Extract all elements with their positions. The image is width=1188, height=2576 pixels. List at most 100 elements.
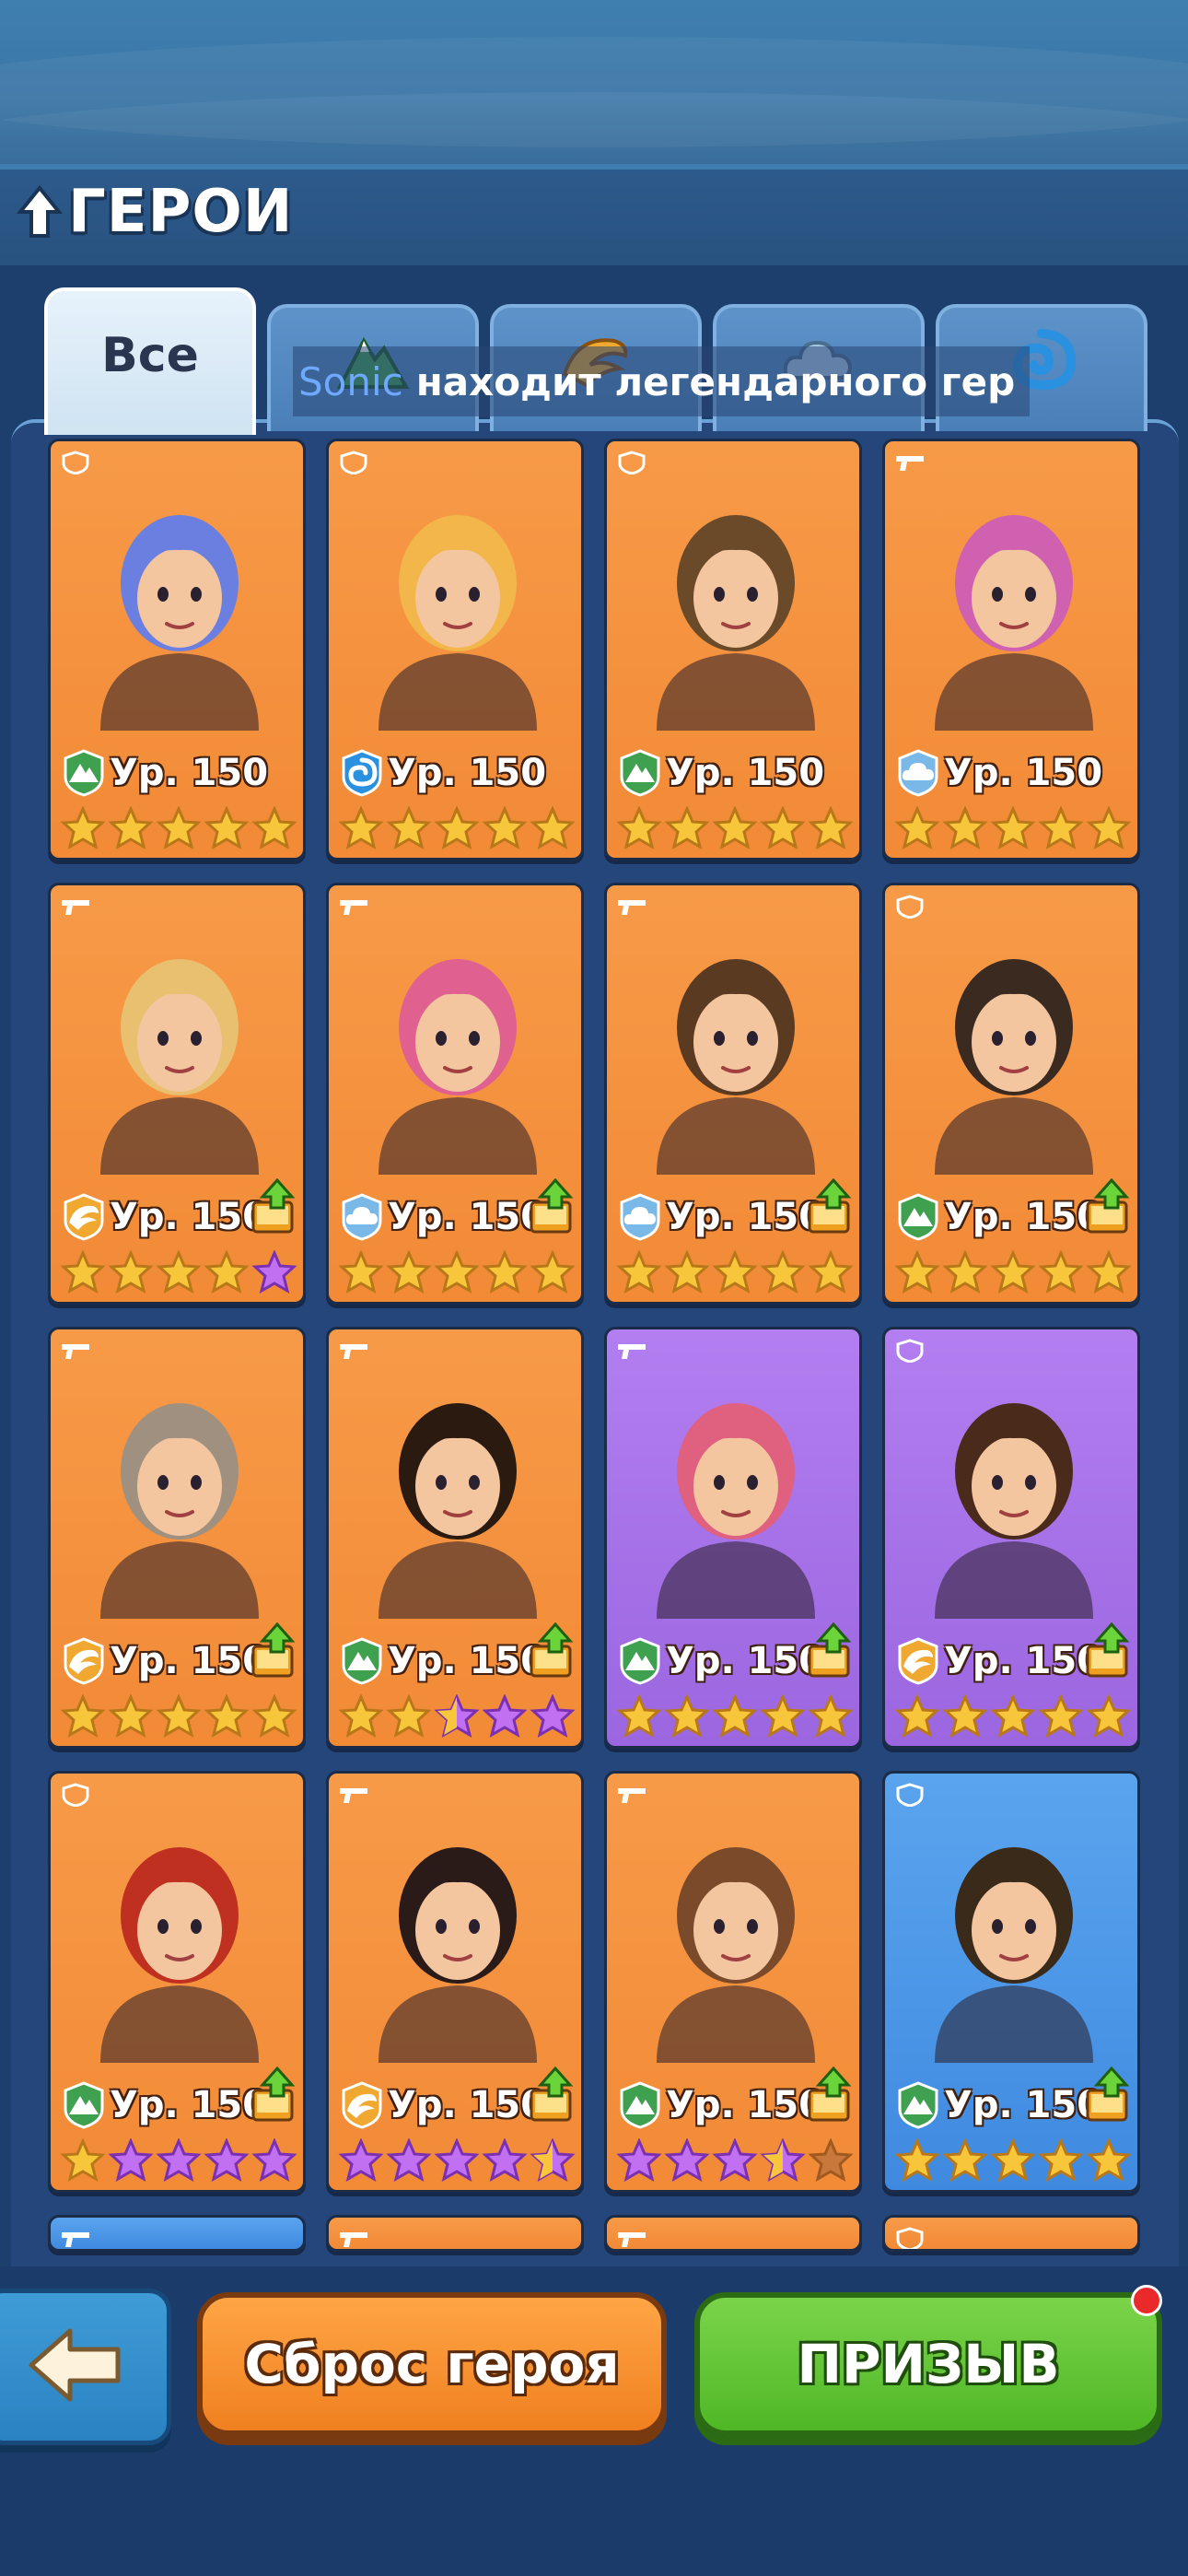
hero-card[interactable]: Ур. 150 [326,883,584,1305]
upgrade-book-icon [1084,1177,1132,1235]
hero-stars [60,1694,297,1740]
star-icon [434,1694,480,1739]
cloud-element-icon [618,1193,662,1241]
hero-card[interactable]: Ур. 150 [326,1327,584,1749]
star-icon [712,1694,758,1739]
hero-stars [616,1250,854,1296]
hero-level: Ур. 150 [666,2084,825,2126]
star-icon [712,2138,758,2183]
hero-card[interactable]: Ур. 150 [604,1771,862,2193]
upgrade-book-icon [250,2066,297,2124]
star-icon [760,2138,806,2183]
mountain-element-icon [618,1637,662,1685]
shield-role-icon [338,451,369,475]
star-icon [894,2138,940,2183]
shield-role-icon [894,1783,926,1808]
hero-card[interactable]: Ур. 150 [604,883,862,1305]
hero-card[interactable]: Ур. 150 [882,883,1140,1305]
hero-card[interactable]: Ур. 150 [604,1327,862,1749]
star-icon [990,1694,1036,1739]
hero-card[interactable] [604,2215,862,2252]
hero-level: Ур. 150 [110,752,269,794]
gun-role-icon [60,2227,91,2249]
hero-card[interactable]: Ур. 150 [604,439,862,861]
upgrade-book-icon [1084,1622,1132,1680]
hero-card[interactable]: Ур. 150 [326,439,584,861]
ticker-player-name: Sonic [298,358,403,404]
shield-role-icon [894,1339,926,1364]
gun-role-icon [894,451,926,474]
hero-level-row: Ур. 150 [896,1633,1102,1689]
star-icon [108,1250,154,1294]
star-icon [482,1250,528,1294]
hero-card[interactable]: Ур. 150 [882,1327,1140,1749]
star-icon [434,2138,480,2183]
hero-card[interactable]: Ур. 150 [882,439,1140,861]
hero-level-row: Ур. 150 [62,2078,268,2133]
hero-card[interactable]: Ур. 150 [48,1771,306,2193]
upgrade-book-icon [250,1622,297,1680]
shield-role-icon [60,1783,91,1808]
star-icon [386,1250,432,1294]
star-icon [616,1250,662,1294]
hero-card[interactable]: Ур. 150 [48,439,306,861]
star-icon [664,1694,710,1739]
star-icon [204,1694,250,1739]
hero-portrait [629,1361,843,1619]
hero-stars [616,806,854,852]
hero-level: Ур. 150 [944,2084,1103,2126]
claw-element-icon [62,1637,106,1685]
hero-portrait [629,1805,843,2063]
hero-portrait [73,1805,286,2063]
hero-card[interactable] [48,2215,306,2252]
star-icon [616,2138,662,2183]
star-icon [530,1250,576,1294]
star-icon [616,806,662,850]
star-icon [338,2138,384,2183]
hero-portrait [907,917,1121,1175]
star-icon [530,1694,576,1739]
star-icon [386,1694,432,1739]
hero-level-row: Ур. 150 [618,2078,824,2133]
hero-portrait [629,917,843,1175]
mountain-element-icon [618,2081,662,2129]
hero-level: Ур. 150 [110,1640,269,1682]
upgrade-book-icon [806,1177,854,1235]
gun-role-icon [338,1339,369,1363]
page-title: ГЕРОИ [68,178,294,246]
hero-level-row: Ур. 150 [618,1633,824,1689]
gun-role-icon [60,895,91,919]
hero-level: Ур. 150 [110,1196,269,1238]
hero-level: Ур. 150 [388,2084,547,2126]
star-icon [156,2138,202,2183]
star-icon [942,2138,988,2183]
upgrade-book-icon [528,2066,576,2124]
tree-arrow-icon [16,184,64,240]
hero-stars [60,2138,297,2184]
mountain-element-icon [896,1193,940,1241]
star-icon [1086,2138,1132,2183]
tab-all[interactable]: Все [44,287,256,435]
summon-button[interactable]: ПРИЗЫВ [694,2292,1162,2436]
reset-hero-button[interactable]: Сброс героя [197,2292,667,2436]
hero-card[interactable]: Ур. 150 [48,1327,306,1749]
hero-card[interactable]: Ур. 150 [326,1771,584,2193]
hero-level-row: Ур. 150 [62,745,268,801]
hero-card[interactable]: Ур. 150 [48,883,306,1305]
ticker-text: находит легендарного гер [415,358,1016,404]
star-icon [251,1250,297,1294]
star-icon [990,2138,1036,2183]
star-icon [1086,806,1132,850]
claw-element-icon [62,1193,106,1241]
hero-card[interactable] [882,2215,1140,2252]
back-button[interactable] [0,2289,171,2445]
star-icon [712,806,758,850]
hero-card[interactable]: Ур. 150 [882,1771,1140,2193]
hero-portrait [907,473,1121,731]
hero-portrait [907,1805,1121,2063]
hero-portrait [73,473,286,731]
upgrade-book-icon [528,1622,576,1680]
hero-card[interactable] [326,2215,584,2252]
claw-element-icon [340,2081,384,2129]
hero-portrait [907,1361,1121,1619]
